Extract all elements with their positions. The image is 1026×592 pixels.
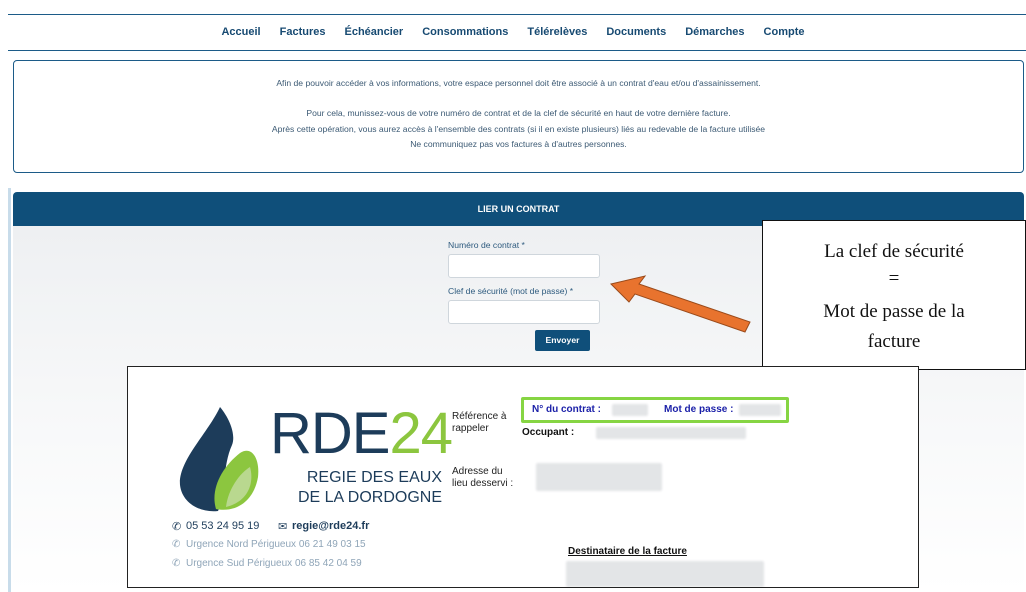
- callout-box: La clef de sécurité = Mot de passe de la…: [762, 220, 1026, 370]
- callout-line: Mot de passe de la: [823, 301, 965, 322]
- nav-divider: [8, 50, 1026, 51]
- info-text-line: Afin de pouvoir accéder à vos informatio…: [276, 78, 761, 88]
- reference-label: Référence à rappeler: [452, 411, 506, 435]
- email-address: regie@rde24.fr: [292, 520, 370, 532]
- phone-icon: ✆: [172, 539, 181, 550]
- mail-icon: ✉: [278, 521, 288, 533]
- reference-label-line: rappeler: [452, 423, 489, 434]
- address-label: Adresse du lieu desservi :: [452, 466, 513, 490]
- redacted-address: [536, 463, 662, 491]
- reference-label-line: Référence à: [452, 411, 507, 422]
- logo-subtitle: DE LA DORDOGNE: [297, 489, 442, 506]
- occupant-label: Occupant :: [522, 427, 575, 438]
- security-key-label: Clef de sécurité (mot de passe) *: [448, 286, 574, 296]
- redacted-password: [739, 404, 781, 416]
- info-box: Afin de pouvoir accéder à vos informatio…: [13, 60, 1024, 173]
- info-text-line: Pour cela, munissez-vous de votre numéro…: [306, 108, 731, 118]
- contract-ref-label: N° du contrat :: [532, 404, 601, 415]
- callout-line: =: [888, 268, 900, 289]
- water-drop-icon: [179, 407, 259, 512]
- address-label-line: lieu desservi :: [452, 478, 514, 489]
- contract-number-label: Numéro de contrat *: [448, 240, 525, 250]
- nav-item-consommations[interactable]: Consommations: [422, 26, 508, 44]
- redacted-occupant: [596, 427, 746, 439]
- nav-item-demarches[interactable]: Démarches: [685, 26, 744, 44]
- redacted-contract-number: [612, 404, 648, 416]
- logo-wordmark-main: RDE: [270, 401, 390, 466]
- password-ref-label: Mot de passe :: [664, 404, 734, 415]
- security-key-input[interactable]: [448, 300, 600, 324]
- recipient-label: Destinataire de la facture: [568, 546, 687, 557]
- contract-number-input[interactable]: [448, 254, 600, 278]
- info-text-line: Après cette opération, vous aurez accès …: [271, 124, 766, 134]
- urgence-nord: Urgence Nord Périgueux 06 21 49 03 15: [186, 539, 366, 550]
- nav-item-telereleves[interactable]: Télérelèves: [527, 26, 587, 44]
- main-nav: Accueil Factures Échéancier Consommation…: [0, 26, 1026, 44]
- phone-icon: ✆: [172, 558, 181, 569]
- address-label-line: Adresse du: [452, 466, 503, 477]
- rde24-logo: RDE24 REGIE DES EAUX DE LA DORDOGNE: [170, 405, 453, 513]
- redacted-recipient: [566, 561, 764, 587]
- callout-line: facture: [867, 331, 921, 352]
- phone-icon: ✆: [172, 521, 182, 533]
- nav-item-echeancier[interactable]: Échéancier: [344, 26, 403, 44]
- urgence-sud: Urgence Sud Périgueux 06 85 42 04 59: [186, 558, 362, 569]
- logo-subtitle: REGIE DES EAUX: [306, 469, 442, 486]
- top-divider: [8, 14, 1026, 15]
- nav-item-accueil[interactable]: Accueil: [221, 26, 260, 44]
- nav-item-compte[interactable]: Compte: [764, 26, 805, 44]
- submit-button[interactable]: Envoyer: [535, 330, 590, 351]
- arrow-icon: [610, 275, 751, 333]
- callout-line: La clef de sécurité: [824, 241, 964, 262]
- info-text-line: Ne communiquez pas vos factures à d'autr…: [410, 139, 627, 149]
- left-edge-bar: [8, 188, 11, 592]
- nav-item-factures[interactable]: Factures: [280, 26, 326, 44]
- logo-wordmark-number: 24: [389, 401, 453, 466]
- invoice-excerpt: RDE24 REGIE DES EAUX DE LA DORDOGNE ✆ 05…: [127, 366, 919, 588]
- logo-wordmark: RDE24: [270, 405, 453, 463]
- nav-item-documents[interactable]: Documents: [606, 26, 666, 44]
- phone-number: 05 53 24 95 19: [186, 520, 260, 532]
